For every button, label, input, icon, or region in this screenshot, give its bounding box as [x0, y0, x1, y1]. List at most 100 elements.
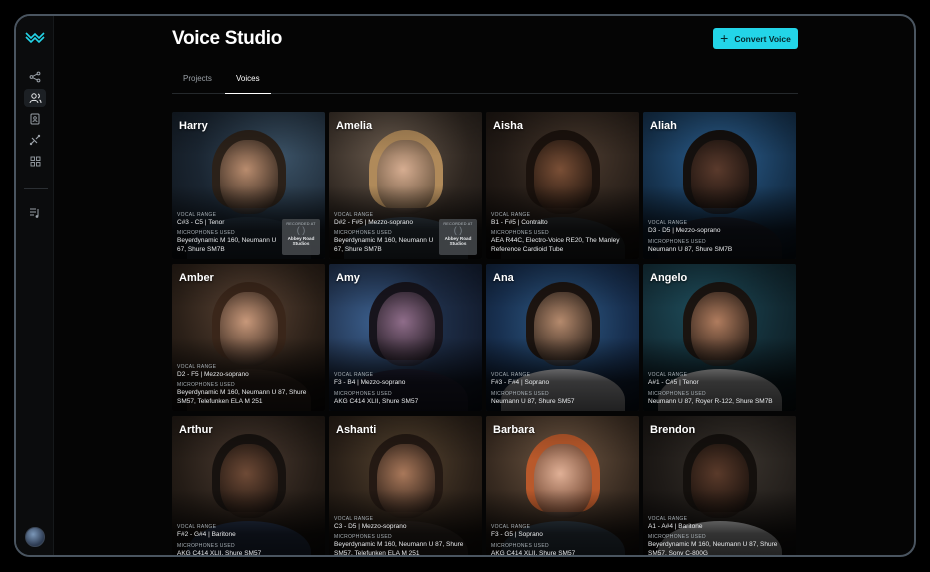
vocal-range-label: VOCAL RANGE [648, 372, 688, 379]
microphones-value: Beyerdynamic M 160, Neumann U 67, Shure … [334, 237, 434, 254]
microphones-value: AKG C414 XLII, Shure SM57 [334, 398, 419, 406]
microphones-value: AKG C414 XLII, Shure SM57 [491, 550, 576, 557]
document-icon [30, 113, 40, 125]
tab-voices[interactable]: Voices [225, 74, 271, 94]
recorded-at-badge: RECORDED AT ( ) Abbey Road Studios [439, 219, 477, 255]
sidebar [16, 16, 54, 555]
microphones-value: AKG C414 XLII, Shure SM57 [177, 550, 262, 557]
microphones-label: MICROPHONES USED [177, 230, 235, 237]
voice-info: VOCAL RANGE F#3 - F#4 | Soprano MICROPHO… [491, 372, 634, 407]
vocal-range-label: VOCAL RANGE [491, 211, 531, 218]
vocal-range-value: A#1 - C#5 | Tenor [648, 379, 699, 387]
voice-card[interactable]: Aisha VOCAL RANGE B1 - F#5 | Contralto M… [486, 112, 639, 259]
voice-card[interactable]: Amber VOCAL RANGE D2 - F5 | Mezzo-sopran… [172, 264, 325, 411]
voice-card[interactable]: Amy VOCAL RANGE F3 - B4 | Mezzo-soprano … [329, 264, 482, 411]
voice-name: Amy [336, 272, 360, 284]
voice-card[interactable]: Angelo VOCAL RANGE A#1 - C#5 | Tenor MIC… [643, 264, 796, 411]
voice-info: VOCAL RANGE F#2 - G#4 | Baritone MICROPH… [177, 524, 320, 557]
vocal-range-value: C#3 - C5 | Tenor [177, 218, 225, 226]
voice-card[interactable]: Ashanti VOCAL RANGE C3 - D5 | Mezzo-sopr… [329, 416, 482, 557]
users-icon [29, 93, 41, 104]
nav-music-list-icon[interactable] [24, 204, 46, 222]
microphones-label: MICROPHONES USED [491, 230, 549, 237]
voice-card[interactable]: Amelia VOCAL RANGE D#2 - F#5 | Mezzo-sop… [329, 112, 482, 259]
voice-card[interactable]: Harry VOCAL RANGE C#3 - C5 | Tenor MICRO… [172, 112, 325, 259]
voice-name: Harry [179, 120, 208, 132]
voice-name: Angelo [650, 272, 688, 284]
nav-share-icon[interactable] [24, 68, 46, 86]
vocal-range-label: VOCAL RANGE [334, 211, 374, 218]
convert-voice-button[interactable]: + Convert Voice [713, 28, 798, 49]
share-icon [29, 71, 41, 83]
voice-card[interactable]: Brendon VOCAL RANGE A1 - A#4 | Baritone … [643, 416, 796, 557]
microphones-value: Beyerdynamic M 160, Neumann U 87, Shure … [648, 541, 778, 557]
user-avatar[interactable] [25, 527, 45, 547]
microphones-label: MICROPHONES USED [648, 239, 706, 246]
nav-document-icon[interactable] [24, 110, 46, 128]
flow-icon [29, 134, 41, 146]
vocal-range-label: VOCAL RANGE [648, 515, 688, 522]
voice-name: Amelia [336, 120, 373, 132]
microphones-value: Beyerdynamic M 160, Neumann U 87, Shure … [334, 541, 464, 557]
voice-info: VOCAL RANGE D#2 - F#5 | Mezzo-soprano MI… [334, 212, 436, 255]
vocal-range-value: D3 - D5 | Mezzo-soprano [648, 227, 721, 235]
microphones-label: MICROPHONES USED [177, 382, 235, 389]
voice-name: Brendon [650, 424, 696, 436]
vocal-range-label: VOCAL RANGE [177, 211, 217, 218]
voice-name: Aisha [493, 120, 523, 132]
voice-info: VOCAL RANGE F3 - G5 | Soprano MICROPHONE… [491, 524, 634, 557]
microphones-value: Neumann U 87, Shure SM7B [648, 246, 733, 254]
vocal-range-value: D2 - F5 | Mezzo-soprano [177, 370, 249, 378]
voice-name: Ana [493, 272, 514, 284]
voice-name: Ashanti [336, 424, 377, 436]
page-title: Voice Studio [172, 28, 283, 49]
logo-icon[interactable] [25, 30, 45, 44]
voice-info: VOCAL RANGE D2 - F5 | Mezzo-soprano MICR… [177, 364, 320, 407]
vocal-range-label: VOCAL RANGE [648, 220, 688, 227]
vocal-range-label: VOCAL RANGE [177, 524, 217, 531]
microphones-label: MICROPHONES USED [491, 543, 549, 550]
music-list-icon [30, 208, 39, 218]
vocal-range-label: VOCAL RANGE [334, 372, 374, 379]
vocal-range-value: B1 - F#5 | Contralto [491, 218, 548, 226]
voice-card[interactable]: Barbara VOCAL RANGE F3 - G5 | Soprano MI… [486, 416, 639, 557]
microphones-value: Beyerdynamic M 160, Neumann U 87, Shure … [177, 389, 307, 406]
studio-name: Abbey Road Studios [444, 235, 472, 247]
voice-card[interactable]: Aliah VOCAL RANGE D3 - D5 | Mezzo-sopran… [643, 112, 796, 259]
vocal-range-label: VOCAL RANGE [491, 372, 531, 379]
microphones-label: MICROPHONES USED [648, 534, 706, 541]
microphones-value: AEA R44C, Electro-Voice RE20, The Manley… [491, 237, 620, 254]
voice-info: VOCAL RANGE B1 - F#5 | Contralto MICROPH… [491, 212, 634, 255]
tab-projects[interactable]: Projects [183, 74, 212, 94]
voice-info: VOCAL RANGE C#3 - C5 | Tenor MICROPHONES… [177, 212, 279, 255]
voice-info: VOCAL RANGE A#1 - C#5 | Tenor MICROPHONE… [648, 372, 791, 407]
nav-voices-icon[interactable] [24, 89, 46, 107]
voice-name: Arthur [179, 424, 213, 436]
microphones-label: MICROPHONES USED [491, 391, 549, 398]
grid-icon [30, 156, 40, 166]
voice-card[interactable]: Arthur VOCAL RANGE F#2 - G#4 | Baritone … [172, 416, 325, 557]
plus-icon: + [720, 29, 729, 46]
voice-info: VOCAL RANGE C3 - D5 | Mezzo-soprano MICR… [334, 516, 477, 557]
voice-card[interactable]: Ana VOCAL RANGE F#3 - F#4 | Soprano MICR… [486, 264, 639, 411]
vocal-range-value: F3 - B4 | Mezzo-soprano [334, 379, 406, 387]
microphones-label: MICROPHONES USED [648, 391, 706, 398]
voice-info: VOCAL RANGE F3 - B4 | Mezzo-soprano MICR… [334, 372, 477, 407]
sidebar-divider [24, 188, 48, 189]
vocal-range-value: F#2 - G#4 | Baritone [177, 531, 236, 539]
studio-logo-icon: ( ) [453, 225, 463, 235]
studio-logo-icon: ( ) [296, 225, 306, 235]
nav-grid-icon[interactable] [24, 152, 46, 170]
vocal-range-value: C3 - D5 | Mezzo-soprano [334, 522, 407, 530]
voice-name: Aliah [650, 120, 677, 132]
convert-voice-label: Convert Voice [734, 33, 791, 44]
voice-name: Barbara [493, 424, 535, 436]
microphones-label: MICROPHONES USED [177, 543, 235, 550]
voice-name: Amber [179, 272, 214, 284]
vocal-range-label: VOCAL RANGE [491, 524, 531, 531]
nav-flow-icon[interactable] [24, 131, 46, 149]
voice-grid: Harry VOCAL RANGE C#3 - C5 | Tenor MICRO… [172, 112, 798, 557]
vocal-range-value: F#3 - F#4 | Soprano [491, 379, 550, 387]
recorded-at-badge: RECORDED AT ( ) Abbey Road Studios [282, 219, 320, 255]
microphones-value: Beyerdynamic M 160, Neumann U 67, Shure … [177, 237, 277, 254]
